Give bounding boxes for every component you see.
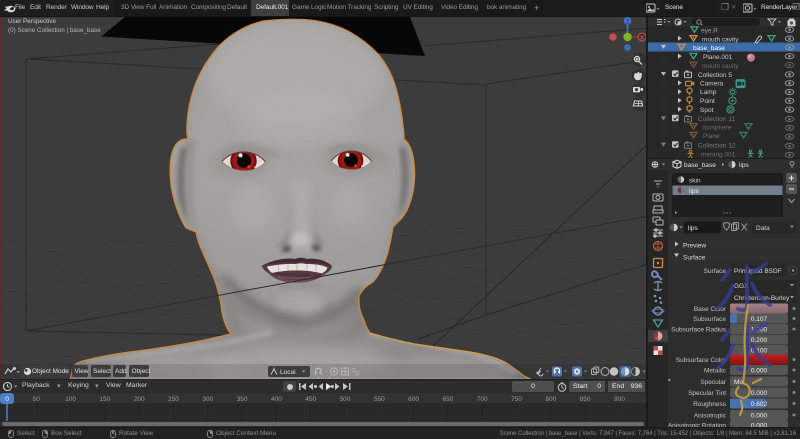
svg-text:600: 600 bbox=[408, 396, 419, 403]
svg-text:450: 450 bbox=[305, 396, 316, 403]
svg-text:100: 100 bbox=[65, 396, 76, 403]
svg-text:Camera: Camera bbox=[700, 81, 724, 88]
svg-text:mouth cavity: mouth cavity bbox=[702, 63, 739, 70]
svg-text:Plane: Plane bbox=[703, 133, 720, 140]
svg-text:Plane.001: Plane.001 bbox=[703, 54, 733, 61]
svg-text:base_base: base_base bbox=[684, 162, 716, 169]
svg-text:Roughness: Roughness bbox=[693, 401, 727, 408]
svg-text:Subsurface Radius: Subsurface Radius bbox=[671, 327, 727, 334]
svg-text:800: 800 bbox=[545, 396, 556, 403]
svg-text:700: 700 bbox=[477, 396, 488, 403]
svg-text:350: 350 bbox=[237, 396, 248, 403]
svg-text:0.000: 0.000 bbox=[751, 368, 768, 375]
svg-text:Collection 5: Collection 5 bbox=[698, 72, 732, 79]
svg-text:Icosphere: Icosphere bbox=[703, 124, 732, 131]
svg-text:Preview: Preview bbox=[683, 243, 706, 250]
svg-text:lips: lips bbox=[689, 188, 700, 195]
svg-text:0.000: 0.000 bbox=[751, 390, 768, 397]
svg-text:Lamp: Lamp bbox=[700, 89, 717, 96]
svg-text:Subsurface: Subsurface bbox=[693, 316, 726, 323]
svg-text:base_base: base_base bbox=[693, 45, 725, 52]
svg-text:500: 500 bbox=[340, 396, 351, 403]
svg-text:Subsurface Color: Subsurface Color bbox=[676, 357, 727, 364]
svg-text:Surface: Surface bbox=[683, 255, 706, 262]
svg-text:150: 150 bbox=[99, 396, 110, 403]
svg-text:0.000: 0.000 bbox=[751, 413, 768, 420]
svg-text:Local: Local bbox=[280, 369, 296, 376]
svg-text:Collection 11: Collection 11 bbox=[698, 116, 735, 123]
svg-text:850: 850 bbox=[580, 396, 591, 403]
svg-text:Spot: Spot bbox=[700, 107, 714, 114]
svg-text:Metallic: Metallic bbox=[704, 368, 727, 375]
svg-text:skin: skin bbox=[689, 178, 701, 185]
svg-text:X: X bbox=[640, 35, 644, 41]
svg-text:Point: Point bbox=[700, 98, 715, 105]
svg-text:Anisotropic: Anisotropic bbox=[694, 413, 727, 420]
svg-text:250: 250 bbox=[168, 396, 179, 403]
svg-text:650: 650 bbox=[442, 396, 453, 403]
svg-text:750: 750 bbox=[511, 396, 522, 403]
svg-text:lips: lips bbox=[688, 225, 699, 232]
svg-text:eye.R: eye.R bbox=[701, 28, 718, 35]
svg-text:300: 300 bbox=[202, 396, 213, 403]
svg-text:0: 0 bbox=[5, 396, 9, 403]
svg-text:50: 50 bbox=[33, 396, 41, 403]
svg-text:550: 550 bbox=[374, 396, 385, 403]
svg-text:900: 900 bbox=[614, 396, 625, 403]
svg-text:Surface: Surface bbox=[704, 268, 727, 275]
svg-text:Specular Tint: Specular Tint bbox=[688, 390, 726, 397]
svg-text:mouth cavity: mouth cavity bbox=[702, 36, 739, 43]
svg-text:lips: lips bbox=[739, 162, 750, 169]
svg-text:400: 400 bbox=[271, 396, 282, 403]
svg-text:200: 200 bbox=[134, 396, 145, 403]
svg-text:Collection 12: Collection 12 bbox=[698, 143, 736, 150]
svg-text:Data: Data bbox=[756, 225, 770, 232]
svg-text:Specular: Specular bbox=[700, 379, 726, 386]
svg-text:0.107: 0.107 bbox=[751, 316, 768, 323]
svg-text:0.602: 0.602 bbox=[751, 401, 768, 408]
